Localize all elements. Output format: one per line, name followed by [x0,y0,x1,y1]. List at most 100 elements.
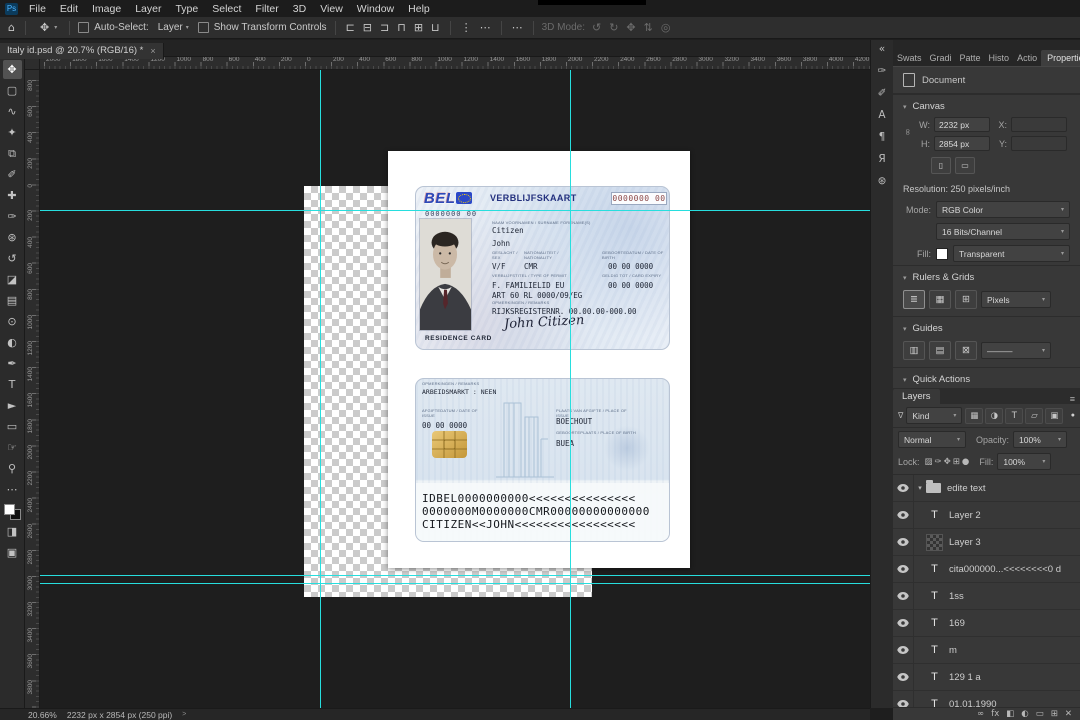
3d-pan-icon[interactable]: ✥ [624,21,637,34]
align-vertical-centers-icon[interactable]: ⊞ [412,21,425,34]
menu-item[interactable]: Edit [53,2,85,16]
layer-visibility-toggle[interactable] [893,502,914,528]
width-field[interactable]: 2232 px [934,117,990,132]
filter-pixel-layers-icon[interactable]: ▦ [965,407,984,424]
height-field[interactable]: 2854 px [934,136,990,151]
filter-shape-layers-icon[interactable]: ▱ [1025,407,1044,424]
layer-row[interactable]: 1ss [893,583,1080,610]
menu-item[interactable]: Select [205,2,248,16]
hand-tool[interactable]: ☞ [3,438,22,457]
brush-settings-panel-icon[interactable]: ✑ [878,65,887,77]
landscape-orientation-icon[interactable]: ▭ [955,157,975,174]
history-brush-tool[interactable]: ↺ [3,249,22,268]
3d-orbit-icon[interactable]: ↺ [590,21,603,34]
layer-visibility-toggle[interactable] [893,664,914,690]
panel-tab[interactable]: Gradi [926,50,956,66]
edit-toolbar-icon[interactable]: ⋯ [3,480,22,499]
new-guide-layout-icon[interactable]: ▥ [903,341,925,360]
horizontal-ruler[interactable]: 2000 1800 1600 1400 1200 1000 800 600 400 200 0 200… [40,56,870,70]
layer-thumbnail[interactable] [926,642,943,659]
layer-row[interactable]: 01.01.1990 [893,691,1080,707]
gradient-tool[interactable]: ▤ [3,291,22,310]
lasso-tool[interactable]: ∿ [3,102,22,121]
filter-adjustment-layers-icon[interactable]: ◑ [985,407,1004,424]
layer-row[interactable]: Layer 3 [893,529,1080,556]
zoom-tool[interactable]: ⚲ [3,459,22,478]
character-panel-icon[interactable]: A [878,109,885,121]
blend-mode-dropdown[interactable]: Normal [898,431,966,448]
layer-visibility-toggle[interactable] [893,637,914,663]
auto-select-checkbox[interactable] [78,22,90,33]
layer-name[interactable]: 129 1 a [949,672,981,683]
new-adjustment-layer-icon[interactable]: ◐ [1021,710,1028,719]
eyedropper-tool[interactable]: ✐ [3,165,22,184]
layer-row[interactable]: m [893,637,1080,664]
guide-style-dropdown[interactable]: ——— [981,342,1051,359]
path-selection-tool[interactable]: ► [3,396,22,415]
link-layers-icon[interactable]: ∞ [977,710,984,719]
panel-tab[interactable]: Patte [956,50,985,66]
move-tool[interactable]: ✥ [2,60,22,79]
distribute-horizontal-icon[interactable]: ⋯ [478,21,493,34]
canvas-section-header[interactable]: ▾ Canvas [893,94,1080,115]
toggle-grid-icon[interactable]: ▦ [929,290,951,309]
layer-thumbnail[interactable] [926,696,943,708]
eraser-tool[interactable]: ◪ [3,270,22,289]
menu-item[interactable]: View [313,2,350,16]
units-dropdown[interactable]: Pixels [981,291,1051,308]
brush-tool[interactable]: ✑ [3,207,22,226]
layer-thumbnail[interactable] [926,480,941,493]
layer-name[interactable]: edite text [947,483,986,494]
layer-style-icon[interactable]: fx [991,710,999,719]
menu-item[interactable]: Image [85,2,128,16]
layer-thumbnail[interactable] [926,507,943,524]
3d-zoom-icon[interactable]: ◎ [659,21,673,34]
more-options-icon[interactable]: ⋯ [510,21,525,34]
lock-position-icon[interactable]: ✥ [943,457,952,467]
toggle-pixel-grid-icon[interactable]: ⊞ [955,290,977,309]
layer-visibility-toggle[interactable] [893,556,914,582]
menu-item[interactable]: 3D [286,2,313,16]
align-top-edges-icon[interactable]: ⊓ [395,21,408,34]
tab-layers[interactable]: Layers [893,389,940,404]
panel-tab[interactable]: Actio [1013,50,1041,66]
opacity-dropdown[interactable]: 100% [1013,431,1068,448]
color-swatches[interactable] [3,504,21,520]
group-expand-arrow[interactable] [914,484,926,492]
foreground-color-swatch[interactable] [3,504,15,515]
layer-visibility-toggle[interactable] [893,529,914,555]
guides-section-header[interactable]: ▾ Guides [893,316,1080,337]
toggle-rulers-icon[interactable]: ≣ [903,290,925,309]
pen-tool[interactable]: ✒ [3,354,22,373]
layer-name[interactable]: Layer 3 [949,537,981,548]
align-bottom-edges-icon[interactable]: ⊔ [429,21,442,34]
rectangle-tool[interactable]: ▭ [3,417,22,436]
lock-artboard-icon[interactable]: ⊞ [952,457,961,467]
layer-name[interactable]: cita000000...<<<<<<<<0 d [949,564,1061,575]
layer-thumbnail[interactable] [926,561,943,578]
3d-roll-icon[interactable]: ↻ [607,21,620,34]
zoom-level-field[interactable]: 20.66% [28,710,57,720]
layer-name[interactable]: m [949,645,957,656]
menu-item[interactable]: Type [168,2,205,16]
new-group-icon[interactable]: ▭ [1036,710,1044,719]
document-tab[interactable]: Italy id.psd @ 20.7% (RGB/16) * × [0,42,164,59]
layer-name[interactable]: 169 [949,618,965,629]
menu-item[interactable]: Layer [128,2,168,16]
menu-item[interactable]: Filter [248,2,285,16]
home-icon[interactable]: ⌂ [6,21,17,34]
panel-tab[interactable]: Histo [985,50,1014,66]
type-tool[interactable]: T [3,375,22,394]
lock-all-icon[interactable]: ● [961,457,970,467]
layer-row[interactable]: 169 [893,610,1080,637]
lock-guides-icon[interactable]: ▤ [929,341,951,360]
fill-dropdown[interactable]: Transparent [953,245,1070,262]
layer-row[interactable]: edite text [893,475,1080,502]
tab-properties[interactable]: Properties [1041,50,1080,66]
layer-thumbnail[interactable] [926,615,943,632]
layer-name[interactable]: 01.01.1990 [949,699,997,708]
object-selection-tool[interactable]: ✦ [3,123,22,142]
lock-transparent-pixels-icon[interactable]: ▨ [924,457,934,467]
filter-toggle-icon[interactable]: ● [1071,412,1075,419]
clone-source-panel-icon[interactable]: ⊛ [878,175,887,187]
